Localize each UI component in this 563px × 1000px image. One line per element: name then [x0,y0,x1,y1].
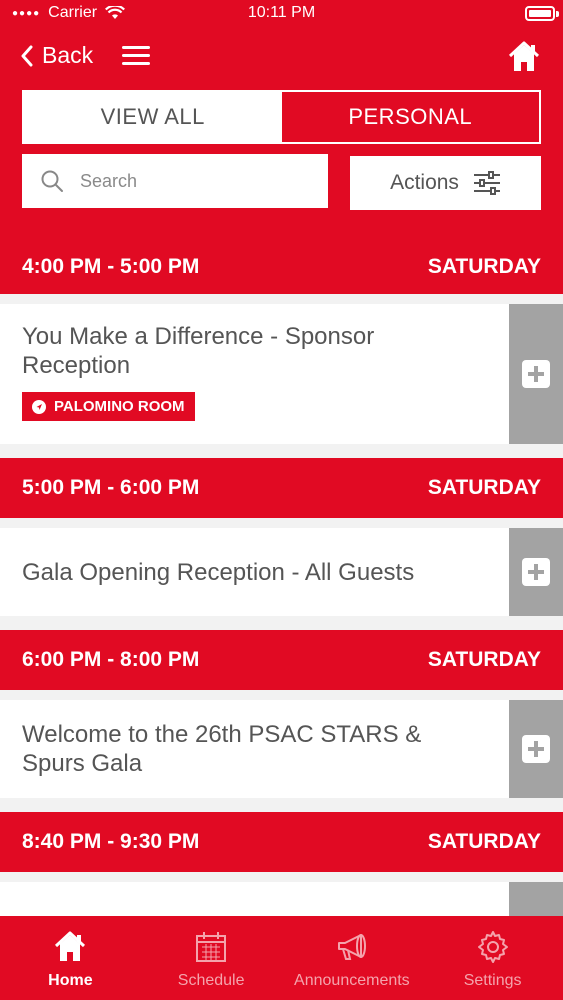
app-header: ●●●● Carrier 10:11 PM Back VIEW ALL PERS… [0,0,563,240]
session-day: SATURDAY [427,830,541,853]
menu-icon[interactable] [122,46,150,66]
session-time-header: 6:00 PM - 8:00 PM SATURDAY [0,630,563,690]
plus-icon [522,360,550,388]
home-icon [55,931,86,961]
session-day: SATURDAY [427,476,541,499]
sliders-icon [473,171,500,195]
actions-label: Actions [390,171,459,194]
navigation-icon [32,399,46,414]
plus-icon [522,735,550,763]
session-time-header: 4:00 PM - 5:00 PM SATURDAY [0,240,563,294]
event-row[interactable]: Gala Opening Reception - All Guests [0,528,563,616]
add-to-schedule-button[interactable] [509,700,563,798]
tab-bar: Home Schedule Announcements Settings [0,916,563,1000]
home-icon[interactable] [507,40,541,74]
status-bar: ●●●● Carrier 10:11 PM [0,0,563,30]
segment-view-all[interactable]: VIEW ALL [24,92,282,142]
tab-home[interactable]: Home [0,916,141,1000]
event-title: Gala Opening Reception - All Guests [22,558,415,586]
tab-label: Home [48,972,93,989]
session-day: SATURDAY [427,255,541,278]
session-time: 8:40 PM - 9:30 PM [22,830,200,853]
session-time: 5:00 PM - 6:00 PM [22,476,200,499]
session-time: 6:00 PM - 8:00 PM [22,648,200,671]
event-row[interactable]: You Make a Difference - Sponsor Receptio… [0,304,563,444]
event-title: Welcome to the 26th PSAC STARS & Spurs G… [22,721,422,777]
search-input[interactable] [80,170,280,192]
tab-settings[interactable]: Settings [422,916,563,1000]
view-segmented-control: VIEW ALL PERSONAL [22,90,541,144]
tab-schedule[interactable]: Schedule [141,916,282,1000]
session-day: SATURDAY [427,648,541,671]
segment-personal[interactable]: PERSONAL [282,92,540,142]
location-badge[interactable]: PALOMINO ROOM [22,392,195,421]
gear-icon [477,931,508,963]
search-icon [41,170,63,192]
actions-button[interactable]: Actions [350,156,541,210]
battery-icon [525,6,555,21]
schedule-list[interactable]: 4:00 PM - 5:00 PM SATURDAY You Make a Di… [0,240,563,916]
event-row[interactable] [0,882,563,916]
calendar-icon [196,932,227,962]
add-to-schedule-button[interactable] [509,304,563,444]
tab-label: Announcements [294,972,410,989]
event-row[interactable]: Welcome to the 26th PSAC STARS & Spurs G… [0,700,563,798]
session-time-header: 8:40 PM - 9:30 PM SATURDAY [0,812,563,872]
tab-announcements[interactable]: Announcements [282,916,423,1000]
back-button[interactable]: Back [20,42,93,69]
clock: 10:11 PM [247,4,316,21]
session-time-header: 5:00 PM - 6:00 PM SATURDAY [0,458,563,518]
megaphone-icon [337,934,366,960]
chevron-left-icon [21,45,33,66]
add-to-schedule-button[interactable] [509,528,563,616]
search-box[interactable] [22,154,328,208]
add-to-schedule-button[interactable] [509,882,563,916]
back-label: Back [42,42,94,68]
tab-label: Settings [463,972,522,989]
location-label: PALOMINO ROOM [54,398,185,415]
plus-icon [522,558,550,586]
tab-label: Schedule [177,972,245,989]
event-title: You Make a Difference - Sponsor Receptio… [22,323,375,379]
session-time: 4:00 PM - 5:00 PM [22,255,200,278]
